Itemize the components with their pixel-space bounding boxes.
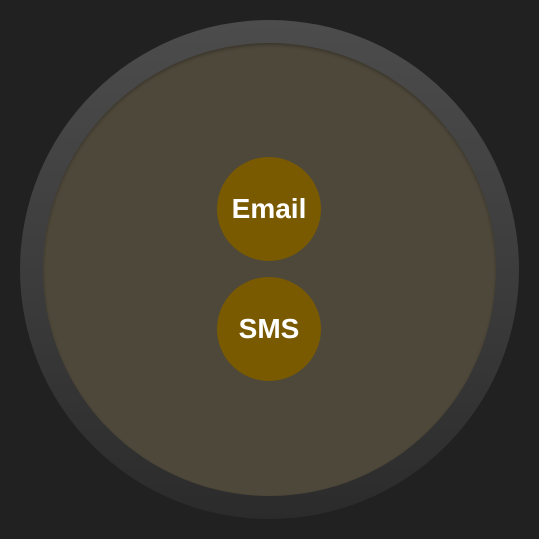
watch-screen [43, 43, 496, 496]
sms-button[interactable]: SMS [217, 277, 321, 381]
email-button[interactable]: Email [217, 157, 321, 261]
